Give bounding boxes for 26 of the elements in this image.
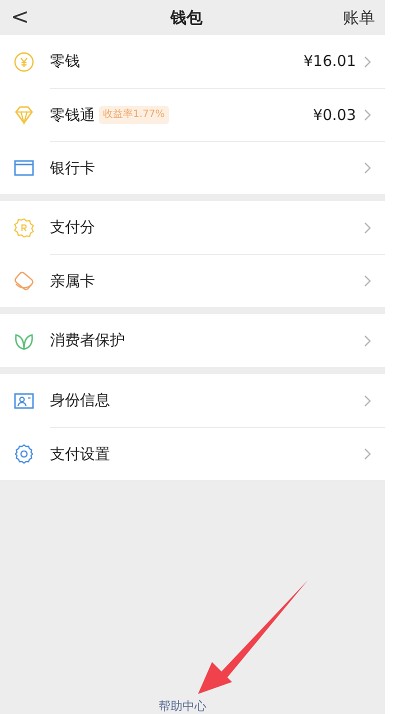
badge-icon <box>12 216 36 240</box>
menu-item-label[interactable]: 支付分 <box>50 216 95 239</box>
menu-item-label[interactable]: 消费者保护 <box>50 329 125 352</box>
back-button[interactable]: < <box>10 6 30 28</box>
chevron-icon <box>364 222 371 234</box>
menu-item-label[interactable]: 零钱 <box>50 50 80 73</box>
chevron-icon <box>364 56 371 68</box>
balance-amount: ¥0.03 <box>313 104 356 126</box>
menu-item-label[interactable]: 身份信息 <box>50 389 110 412</box>
settings-icon <box>12 442 36 466</box>
help-center-link[interactable]: 帮助中心 <box>158 698 206 714</box>
chevron-icon <box>364 394 371 406</box>
menu-item-label[interactable]: 亲属卡 <box>50 270 95 292</box>
coin-icon <box>12 50 36 74</box>
chevron-icon <box>364 162 371 174</box>
chevron-icon <box>364 448 371 460</box>
chevron-icon <box>364 334 371 346</box>
menu-item-label[interactable]: 银行卡 <box>50 156 95 180</box>
balance-amount: ¥16.01 <box>304 51 356 72</box>
yield-badge: 收益率1.77% <box>99 106 169 124</box>
menu-item-label[interactable]: 零钱通 <box>50 104 95 126</box>
page-title: 钱包 <box>170 6 202 28</box>
chevron-icon <box>364 275 371 287</box>
chevron-icon <box>364 109 371 121</box>
bills-link[interactable]: 账单 <box>343 6 375 30</box>
menu-item-label[interactable]: 支付设置 <box>50 442 110 466</box>
